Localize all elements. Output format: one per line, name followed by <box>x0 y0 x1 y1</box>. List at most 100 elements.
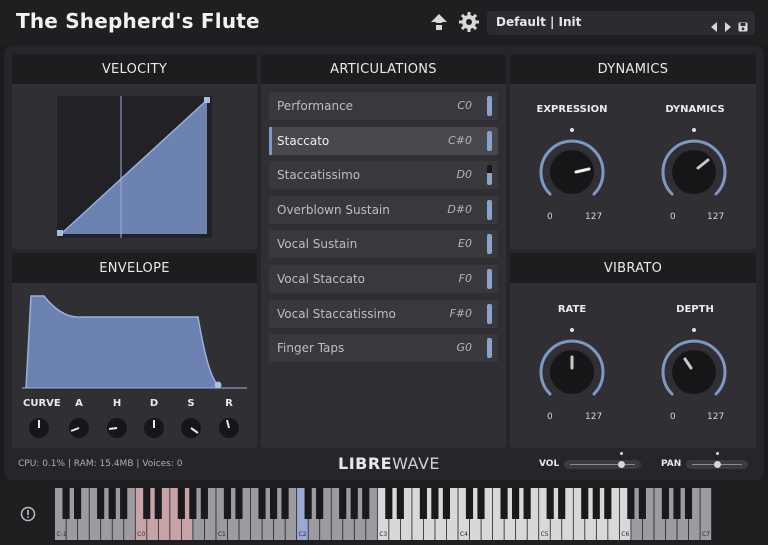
black-key[interactable] <box>235 488 243 519</box>
black-key[interactable] <box>269 488 278 519</box>
release-knob[interactable] <box>219 418 239 438</box>
black-key[interactable] <box>120 488 128 519</box>
black-key[interactable] <box>108 488 116 519</box>
black-key[interactable] <box>281 488 289 519</box>
pan-slider-thumb[interactable] <box>714 461 721 468</box>
articulation-keyswitch-note: D#0 <box>447 202 472 216</box>
black-key[interactable] <box>419 488 427 519</box>
envelope-graph[interactable] <box>22 291 247 391</box>
black-key[interactable] <box>592 488 600 519</box>
black-key[interactable] <box>350 488 358 519</box>
articulation-label: Vocal Staccato <box>277 272 365 286</box>
black-key[interactable] <box>154 488 162 519</box>
piano-keyboard-svg[interactable]: C-1 C0 C1 C2 C3 C4 C5 C6 C7 <box>55 488 712 540</box>
articulation-item[interactable]: Vocal Staccatissimo F#0 <box>269 299 498 328</box>
black-key[interactable] <box>558 488 566 519</box>
black-key[interactable] <box>500 488 508 519</box>
velocity-curve-graph[interactable] <box>57 96 212 238</box>
depth-knob[interactable] <box>661 328 727 396</box>
rate-knob[interactable] <box>539 328 605 396</box>
piano-keyboard[interactable]: C-1 C0 C1 C2 C3 C4 C5 C6 C7 <box>55 488 712 540</box>
articulation-item[interactable]: Performance C0 <box>269 92 498 120</box>
envelope-header: ENVELOPE <box>12 253 257 283</box>
black-key[interactable] <box>74 488 82 519</box>
octave-label: C-1 <box>57 531 67 538</box>
black-key[interactable] <box>385 488 393 519</box>
velocity-panel: VELOCITY <box>12 54 257 249</box>
black-key[interactable] <box>512 488 520 519</box>
black-key[interactable] <box>177 488 185 519</box>
black-key[interactable] <box>143 488 151 519</box>
articulation-level-meter <box>487 130 492 151</box>
gear-icon[interactable] <box>458 11 480 33</box>
articulation-item[interactable]: Vocal Sustain E0 <box>269 230 498 259</box>
volume-slider[interactable] <box>564 460 641 469</box>
articulation-label: Finger Taps <box>277 341 345 356</box>
arrow-up-icon[interactable] <box>428 11 450 33</box>
preset-selector[interactable]: Default | Init <box>487 11 755 35</box>
articulation-item[interactable]: Staccatissimo D0 <box>269 161 498 190</box>
dynamics-knob[interactable] <box>661 128 727 196</box>
articulation-label: Staccatissimo <box>277 168 361 183</box>
depth-min-label: 0 <box>670 412 676 422</box>
black-key[interactable] <box>362 488 370 519</box>
expression-knob[interactable] <box>539 128 605 196</box>
articulation-item[interactable]: Vocal Staccato F0 <box>269 265 498 293</box>
volume-slider-thumb[interactable] <box>618 461 625 468</box>
decay-knob-label: D <box>149 398 159 409</box>
articulation-keyswitch-note: C#0 <box>448 133 472 147</box>
black-key[interactable] <box>477 488 485 519</box>
rate-max-label: 127 <box>585 412 603 422</box>
black-key[interactable] <box>523 488 531 519</box>
black-key[interactable] <box>304 488 312 519</box>
black-key[interactable] <box>189 488 197 519</box>
dynamics-min-label: 0 <box>670 212 676 222</box>
hold-knob[interactable] <box>107 418 127 438</box>
black-key[interactable] <box>316 488 324 519</box>
black-key[interactable] <box>431 488 439 519</box>
black-key[interactable] <box>223 488 232 519</box>
triangle-left-icon[interactable] <box>710 17 718 36</box>
pan-slider[interactable] <box>686 460 748 469</box>
black-key[interactable] <box>581 488 589 519</box>
curve-knob[interactable] <box>29 418 49 438</box>
save-icon[interactable] <box>738 17 748 36</box>
vibrato-header: VIBRATO <box>510 253 756 283</box>
velocity-header: VELOCITY <box>12 54 257 84</box>
black-key[interactable] <box>661 488 670 519</box>
articulation-level-fill <box>487 173 492 186</box>
black-key[interactable] <box>62 488 70 519</box>
decay-knob[interactable] <box>144 418 164 438</box>
articulation-item[interactable]: Finger Taps G0 <box>269 334 498 363</box>
articulation-level-meter <box>487 165 492 186</box>
black-key[interactable] <box>638 488 646 519</box>
black-key[interactable] <box>200 488 208 519</box>
sustain-knob[interactable] <box>181 418 201 438</box>
depth-knob-label: DEPTH <box>676 304 714 315</box>
articulation-level-meter <box>487 269 492 289</box>
black-key[interactable] <box>97 488 105 519</box>
pan-label: PAN <box>661 459 682 469</box>
black-key[interactable] <box>396 488 404 519</box>
black-key[interactable] <box>627 488 635 519</box>
info-icon[interactable] <box>20 506 36 522</box>
attack-knob[interactable] <box>69 418 89 438</box>
octave-label: C6 <box>621 531 629 538</box>
black-key[interactable] <box>684 488 693 519</box>
articulations-title: ARTICULATIONS <box>330 62 437 77</box>
articulation-item[interactable]: Staccato C#0 <box>269 126 498 155</box>
black-key[interactable] <box>465 488 474 519</box>
dynamics-knobs <box>539 128 727 196</box>
black-key[interactable] <box>604 488 612 519</box>
black-key[interactable] <box>673 488 681 519</box>
black-key[interactable] <box>339 488 347 519</box>
black-key[interactable] <box>442 488 451 519</box>
black-key[interactable] <box>546 488 554 519</box>
app-title: The Shepherd's Flute <box>16 9 260 33</box>
articulation-keyswitch-note: G0 <box>456 341 472 355</box>
hold-knob-label: H <box>112 398 122 409</box>
black-key[interactable] <box>258 488 266 519</box>
triangle-right-icon[interactable] <box>724 17 732 36</box>
articulation-item[interactable]: Overblown Sustain D#0 <box>269 195 498 224</box>
vibrato-knobs <box>539 328 727 396</box>
